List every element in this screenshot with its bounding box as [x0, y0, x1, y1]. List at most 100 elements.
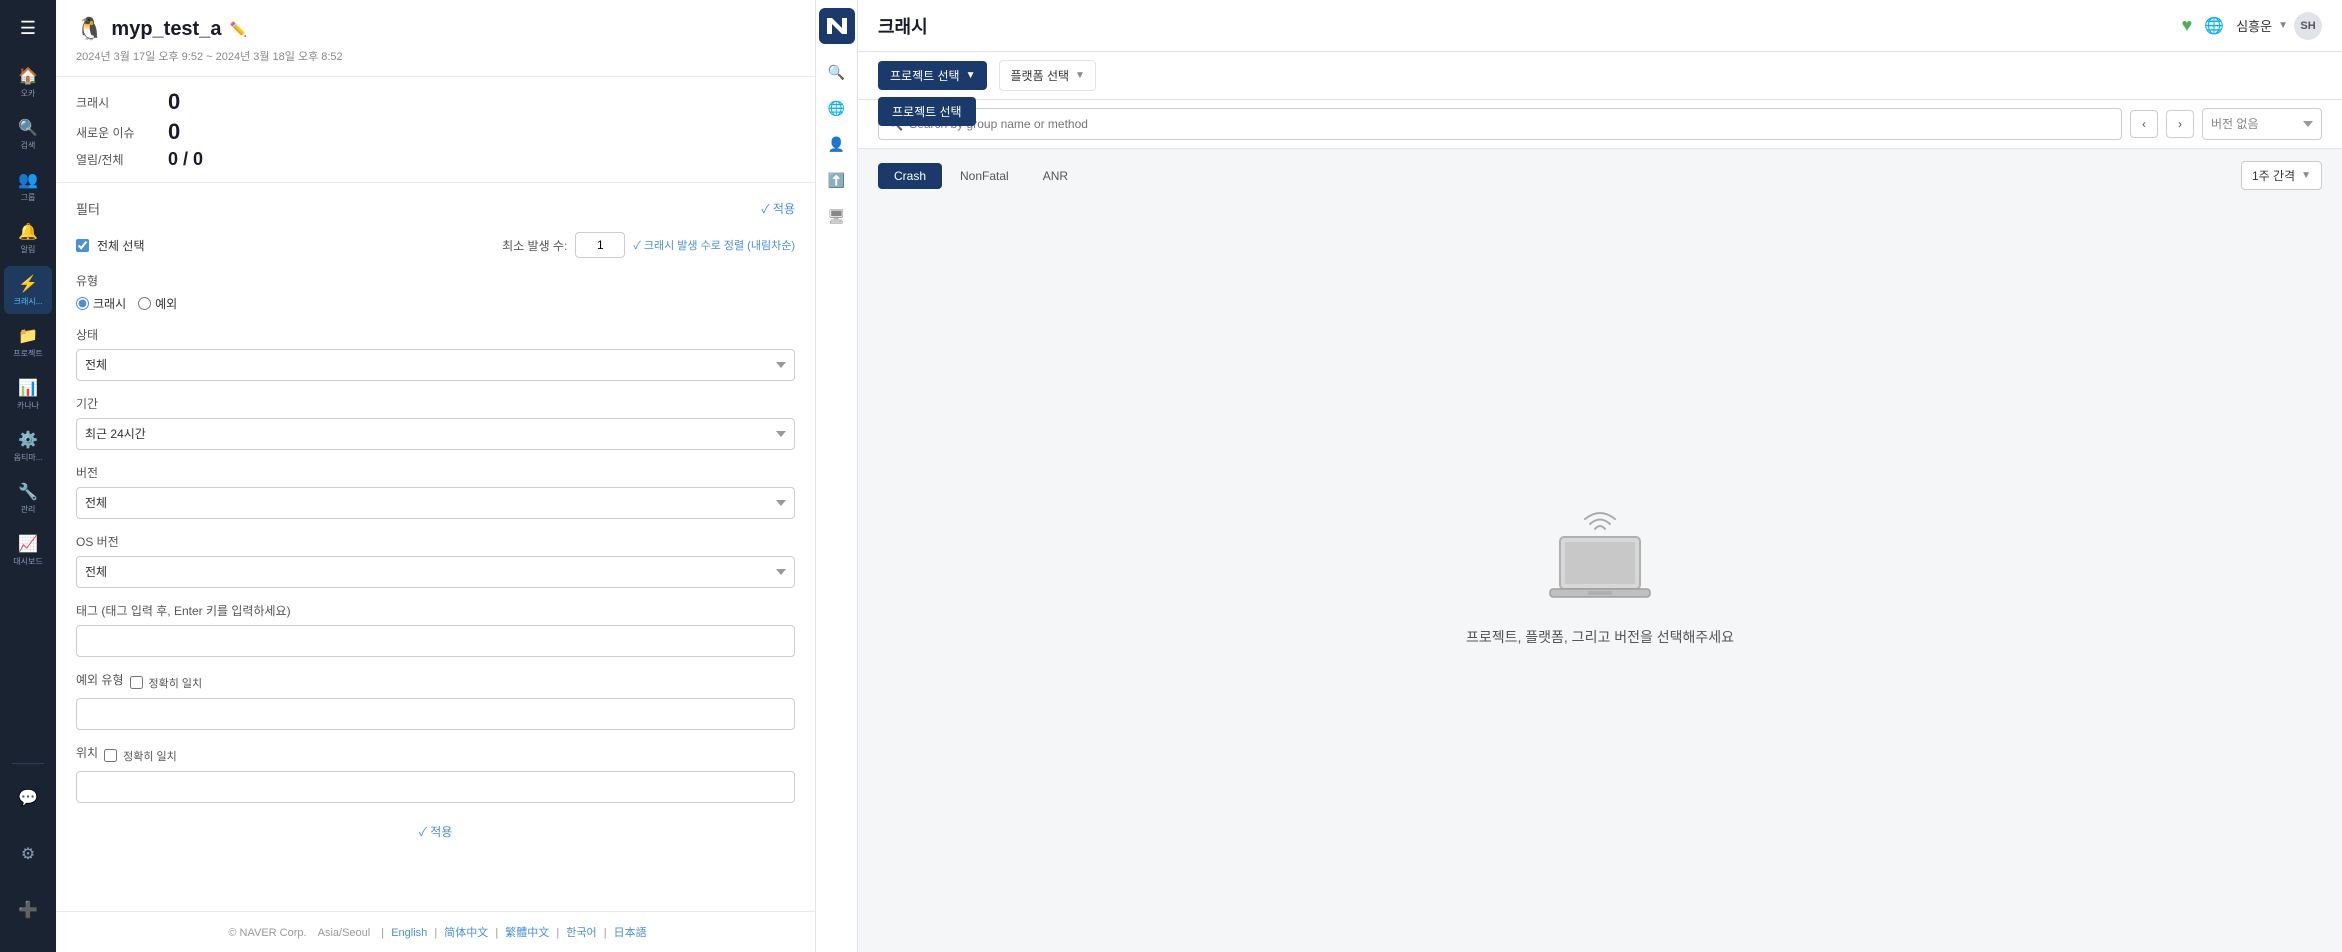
- period-select-dropdown[interactable]: 1주 간격 ▼: [2241, 161, 2322, 190]
- sidebar-item-notification[interactable]: 🔔 알림: [4, 214, 52, 262]
- os-version-select[interactable]: 전체: [76, 556, 795, 588]
- crash-search-input[interactable]: [909, 117, 2113, 131]
- settings-icon: ⚙: [21, 844, 35, 864]
- sidebar-item-crash[interactable]: ⚡ 크래시...: [4, 266, 52, 314]
- footer-link-japanese[interactable]: 日本語: [614, 927, 647, 939]
- version-filter-select[interactable]: 버전 없음: [2202, 108, 2322, 140]
- project-select-button[interactable]: 프로젝트 선택 ▼: [878, 61, 987, 90]
- tab-nonfatal[interactable]: NonFatal: [944, 163, 1025, 189]
- footer-location: Asia/Seoul: [318, 927, 371, 939]
- sidebar-item-add[interactable]: ➕: [4, 886, 52, 934]
- empty-state-message: 프로젝트, 플랫폼, 그리고 버전을 선택해주세요: [1466, 627, 1734, 647]
- location-input[interactable]: [76, 771, 795, 803]
- sidebar-label-home: 오카: [21, 89, 36, 99]
- filter-version-label: 버전: [76, 464, 795, 481]
- filter-tag-label: 태그 (태그 입력 후, Enter 키를 입력하세요): [76, 602, 795, 619]
- home-icon: 🏠: [18, 66, 38, 86]
- sort-link[interactable]: ✓ 크래시 발생 수로 정렬 (내림차순): [633, 237, 795, 253]
- platform-select-button[interactable]: 플랫폼 선택 ▼: [999, 60, 1095, 91]
- footer-link-traditional-chinese[interactable]: 繁體中文: [505, 927, 549, 939]
- sidebar-label-search: 검색: [21, 141, 36, 151]
- search-input-wrap: 🔍: [878, 108, 2122, 140]
- footer-link-english[interactable]: English: [391, 927, 427, 939]
- filter-os-version-label: OS 버전: [76, 533, 795, 550]
- sidebar-item-group[interactable]: 👥 그룹: [4, 162, 52, 210]
- filter-title: 필터: [76, 199, 100, 218]
- location-exact-match-checkbox[interactable]: [104, 749, 117, 762]
- add-icon: ➕: [18, 900, 38, 920]
- sidebar-item-kanban[interactable]: 📊 카나나: [4, 370, 52, 418]
- folder-icon: 📁: [18, 326, 38, 346]
- project-dates: 2024년 3월 17일 오후 9:52 ~ 2024년 3월 18일 오후 8…: [76, 48, 795, 64]
- crash-search-row: 🔍 ‹ › 버전 없음: [858, 100, 2342, 149]
- search-icon: 🔍: [18, 118, 38, 138]
- version-select[interactable]: 전체: [76, 487, 795, 519]
- open-total-label: 열림/전체: [76, 151, 156, 168]
- filter-type-label: 유형: [76, 272, 795, 289]
- nelo-search-icon-btn[interactable]: 🔍: [821, 56, 853, 88]
- bell-icon: 🔔: [18, 222, 38, 242]
- all-select-label: 전체 선택: [97, 237, 145, 254]
- period-select[interactable]: 최근 24시간 최근 7일 최근 30일: [76, 418, 795, 450]
- exception-exact-match-checkbox[interactable]: [130, 676, 143, 689]
- globe-icon[interactable]: 🌐: [2204, 16, 2224, 36]
- project-header: 🐧 myp_test_a ✏️ 2024년 3월 17일 오후 9:52 ~ 2…: [56, 0, 815, 77]
- edit-icon[interactable]: ✏️: [229, 21, 246, 38]
- location-exact-match-label: 정확히 일치: [123, 748, 177, 764]
- filter-apply-top-button[interactable]: ✓ 적용: [761, 200, 795, 217]
- filter-exception-type-section: 예외 유형 정확히 일치: [76, 671, 795, 730]
- tab-anr[interactable]: ANR: [1027, 163, 1084, 189]
- search-next-button[interactable]: ›: [2166, 110, 2194, 138]
- type-exception-radio[interactable]: 예외: [138, 295, 177, 312]
- filter-apply-bottom-button[interactable]: ✓ 적용: [76, 823, 795, 840]
- sidebar-item-manage[interactable]: 🔧 관리: [4, 474, 52, 522]
- project-tooltip: 프로젝트 선택: [878, 97, 976, 126]
- crash-header: 크래시 ♥ 🌐 심흥운 ▼ SH: [858, 0, 2342, 52]
- sidebar-item-settings[interactable]: ⚙: [4, 830, 52, 878]
- project-select-chevron-icon: ▼: [966, 70, 976, 81]
- sidebar-item-dashboard[interactable]: 📈 대시보드: [4, 526, 52, 574]
- sidebar-item-search[interactable]: 🔍 검색: [4, 110, 52, 158]
- nelo-globe-icon-btn[interactable]: 🌐: [821, 92, 853, 124]
- sidebar-item-chat[interactable]: 💬: [4, 774, 52, 822]
- project-select-label: 프로젝트 선택: [890, 67, 960, 84]
- sidebar-item-home[interactable]: 🏠 오카: [4, 58, 52, 106]
- crash-value: 0: [168, 89, 180, 115]
- new-issue-value: 0: [168, 119, 180, 145]
- project-name: myp_test_a: [111, 18, 221, 41]
- filter-location-section: 위치 정확히 일치: [76, 744, 795, 803]
- tab-crash[interactable]: Crash: [878, 163, 942, 189]
- sidebar-item-project[interactable]: 📁 프로젝트: [4, 318, 52, 366]
- filter-period-label: 기간: [76, 395, 795, 412]
- crash-tabs: Crash NonFatal ANR: [878, 163, 1084, 189]
- empty-illustration: [1540, 507, 1660, 607]
- status-select[interactable]: 전체 미확인 확인 해결: [76, 349, 795, 381]
- min-count-input[interactable]: [575, 232, 625, 258]
- sidebar-label-crash: 크래시...: [14, 297, 43, 307]
- nelo-upload-icon-btn[interactable]: ⬆️: [821, 164, 853, 196]
- filter-os-version-section: OS 버전 전체: [76, 533, 795, 588]
- sidebar-item-optimize[interactable]: ⚙️ 옵티마...: [4, 422, 52, 470]
- sidebar-label-optimize: 옵티마...: [14, 453, 43, 463]
- project-icon: 🐧: [76, 16, 103, 42]
- nelo-display-icon-btn[interactable]: 🖥: [821, 200, 853, 232]
- footer-link-korean[interactable]: 한국어: [566, 927, 596, 939]
- crash-label: 크래시: [76, 94, 156, 111]
- sidebar-menu-button[interactable]: ☰: [8, 8, 48, 48]
- filter-tag-section: 태그 (태그 입력 후, Enter 키를 입력하세요): [76, 602, 795, 657]
- footer-link-simplified-chinese[interactable]: 简体中文: [444, 927, 488, 939]
- heart-icon[interactable]: ♥: [2182, 15, 2193, 36]
- all-select-checkbox[interactable]: [76, 239, 89, 252]
- nelo-person-icon-btn[interactable]: 👤: [821, 128, 853, 160]
- dashboard-icon: 📈: [18, 534, 38, 554]
- search-prev-button[interactable]: ‹: [2130, 110, 2158, 138]
- tag-input[interactable]: [76, 625, 795, 657]
- new-issue-stat: 새로운 이슈 0: [76, 119, 795, 145]
- nelo-logo[interactable]: [819, 8, 855, 44]
- crash-stat: 크래시 0: [76, 89, 795, 115]
- user-dropdown[interactable]: 심흥운 ▼ SH: [2236, 12, 2322, 40]
- stats-row: 크래시 0 새로운 이슈 0 열림/전체 0 / 0: [56, 77, 815, 183]
- type-crash-radio[interactable]: 크래시: [76, 295, 126, 312]
- exception-type-input[interactable]: [76, 698, 795, 730]
- user-name: 심흥운: [2236, 16, 2272, 35]
